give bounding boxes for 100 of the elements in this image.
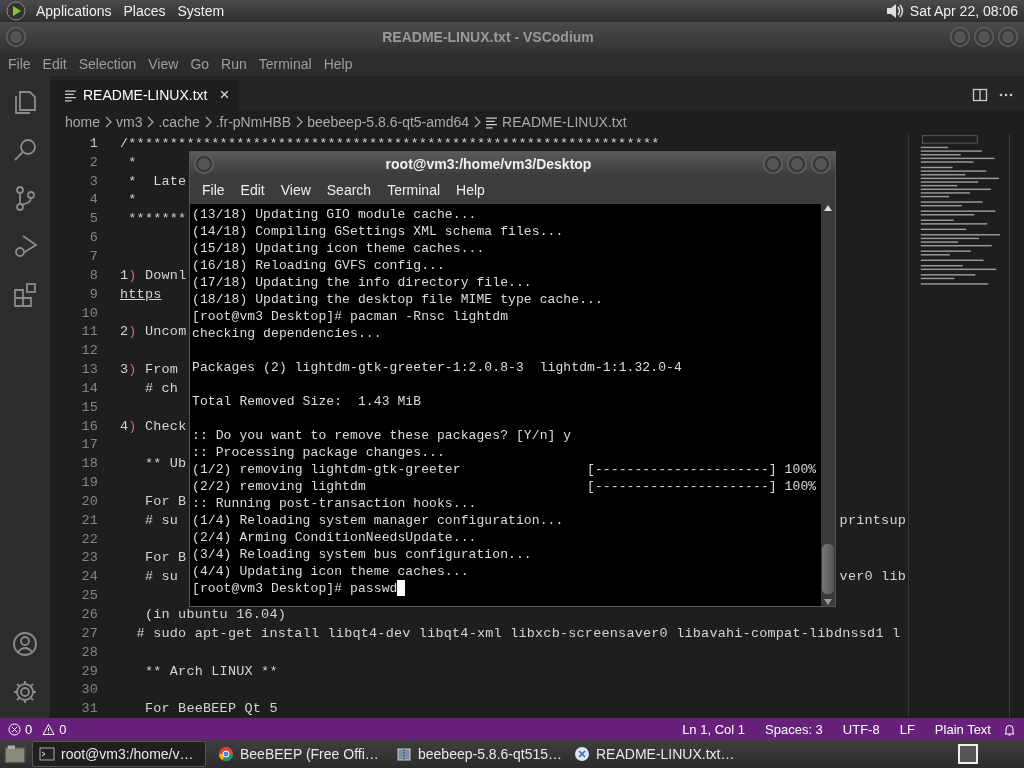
menu-item[interactable]: View [272, 182, 319, 198]
status-item[interactable]: Spaces: 3 [757, 721, 831, 737]
line-number: 12 [80, 343, 98, 359]
menu-item[interactable]: Help [317, 56, 359, 72]
code-line-text: * [127, 192, 137, 208]
split-editor-icon[interactable] [972, 87, 988, 103]
menu-item[interactable]: Go [184, 56, 216, 72]
menu-item[interactable]: Search [318, 182, 380, 198]
line-number: 22 [80, 531, 98, 547]
menu-item[interactable]: File [2, 56, 37, 72]
breadcrumb[interactable]: beebeep-5.8.6-qt5-amd64 [307, 114, 470, 130]
status-item[interactable]: UTF-8 [834, 721, 888, 737]
menu-item[interactable]: Edit [36, 56, 73, 72]
line-number: 7 [88, 249, 98, 264]
terminal-line: (4/4) Updating icon theme caches... [192, 563, 469, 580]
taskbar-button[interactable]: BeeBEEP (Free Offi… [212, 742, 384, 766]
window-button[interactable] [763, 154, 783, 174]
menu-item[interactable]: Terminal [379, 182, 449, 198]
line-number: 30 [80, 682, 98, 698]
window-title: root@vm3:/home/vm3/Desktop [384, 156, 593, 172]
status-item[interactable]: Ln 1, Col 1 [674, 721, 753, 737]
panel-menu[interactable]: System [171, 3, 231, 19]
close-button[interactable]: × [219, 85, 230, 105]
menu-item[interactable]: Help [448, 182, 493, 198]
panel-menu[interactable]: Applications [30, 3, 118, 19]
line-number: 21 [80, 512, 98, 528]
code-line-text: 1) Downl [120, 267, 187, 283]
menu-item[interactable]: Selection [72, 56, 143, 72]
error-count[interactable]: 0 [25, 721, 33, 737]
line-number: 25 [80, 588, 98, 604]
warning-count[interactable]: 0 [59, 721, 67, 737]
file-lines-icon [64, 88, 77, 102]
chevron-icon [203, 116, 212, 128]
terminal-line: [root@vm3 Desktop]# pacman -Rnsc lightdm [192, 308, 509, 325]
status-item[interactable]: LF [891, 721, 923, 737]
editor-app-icon [574, 746, 590, 762]
clock[interactable]: Sat Apr 22, 08:06 [903, 3, 1024, 19]
bell-icon[interactable] [1003, 722, 1016, 736]
code-link[interactable]: https [120, 286, 162, 302]
breadcrumb[interactable]: .fr-pNmHBB [215, 114, 292, 130]
line-number: 14 [80, 380, 98, 396]
menu-item[interactable]: Edit [232, 182, 273, 198]
breadcrumb[interactable]: README-LINUX.txt [502, 114, 627, 130]
code-line-text: For BeeBEEP Qt 5 [143, 701, 278, 717]
line-number: 24 [80, 569, 98, 585]
status-item[interactable]: Plain Text [926, 721, 999, 737]
menu-item[interactable]: File [194, 182, 233, 198]
show-desktop-icon[interactable] [4, 743, 26, 765]
taskbar-button[interactable]: README-LINUX.txt… [568, 742, 740, 766]
line-number: 15 [80, 399, 98, 415]
extensions-icon[interactable] [11, 280, 39, 308]
scrollbar-thumb[interactable] [822, 544, 834, 594]
window-menu-button[interactable] [194, 154, 214, 174]
terminal-line: (16/18) Reloading GVFS config... [192, 257, 445, 274]
window-button[interactable] [787, 154, 807, 174]
menu-item[interactable]: Run [215, 56, 253, 72]
terminal-line: :: Running post-transaction hooks... [192, 495, 477, 512]
menu-item[interactable]: View [142, 56, 185, 72]
terminal-line: (1/2) removing lightdm-gtk-greeter [----------------------] 100% [192, 461, 817, 478]
terminal-line: (17/18) Updating the info directory file... [192, 274, 532, 291]
breadcrumb[interactable]: .cache [158, 114, 200, 130]
chevron-icon [473, 116, 482, 128]
line-number: 10 [80, 305, 98, 321]
line-number: 3 [88, 173, 98, 189]
editor-tab[interactable]: README-LINUX.txt × [50, 80, 240, 110]
code-line-text: For B [143, 550, 187, 566]
line-number: 8 [88, 267, 98, 283]
line-number: 23 [80, 550, 98, 566]
line-number: 13 [80, 362, 98, 378]
taskbar-button[interactable]: root@vm3:/home/v… [32, 741, 206, 767]
code-line-text: /**************************************************************** [120, 135, 660, 151]
code-line-text: # ch [143, 380, 179, 396]
line-number: 31 [80, 701, 98, 717]
line-number: 27 [80, 625, 98, 641]
panel-menu[interactable]: Places [117, 3, 172, 19]
window-button[interactable] [811, 154, 831, 174]
code-line-text: 3) From [120, 362, 179, 378]
taskbar-button[interactable]: beebeep-5.8.6-qt515… [390, 742, 562, 766]
terminal-line: (1/4) Reloading system manager configuration... [192, 512, 564, 529]
scroll-down-icon[interactable] [823, 598, 833, 606]
menu-item[interactable]: Terminal [252, 56, 318, 72]
code-line-text: * Late [127, 173, 187, 189]
chevron-icon [104, 116, 113, 128]
terminal-line: (18/18) Updating the desktop file MIME type cache... [192, 291, 603, 308]
line-number: 9 [88, 286, 98, 302]
workspace-icon[interactable] [956, 743, 980, 765]
line-number: 18 [80, 456, 98, 472]
warning-icon [42, 722, 56, 736]
breadcrumb[interactable]: vm3 [116, 114, 143, 130]
line-number: 20 [80, 493, 98, 509]
line-number: 11 [80, 324, 98, 340]
account-icon[interactable] [11, 630, 39, 658]
breadcrumb[interactable]: home [65, 114, 101, 130]
code-line-text: 2) Uncom [120, 324, 187, 340]
code-line-text: ******* [127, 211, 187, 227]
line-number: 4 [88, 192, 98, 208]
settings-icon[interactable] [11, 678, 39, 706]
app-menu-icon[interactable] [6, 1, 26, 21]
line-number: 2 [88, 154, 98, 170]
line-number: 6 [88, 230, 98, 246]
